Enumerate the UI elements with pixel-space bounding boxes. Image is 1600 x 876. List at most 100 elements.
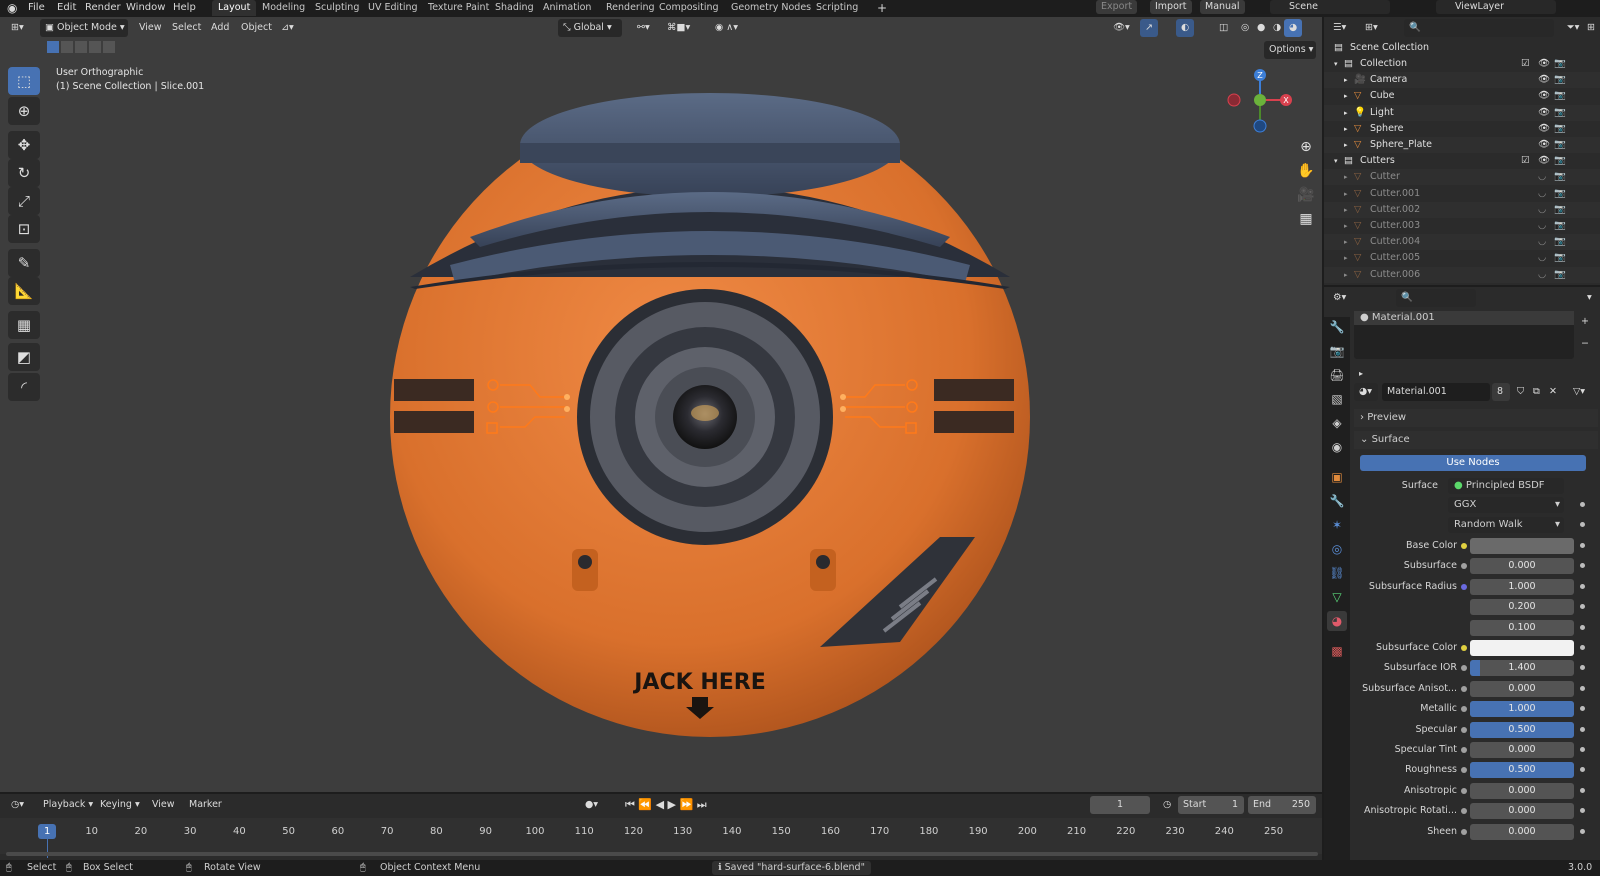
camera-view-icon[interactable]: 🎥: [1294, 183, 1318, 207]
workspace-tab-scripting[interactable]: Scripting: [810, 0, 864, 16]
render-toggle-icon[interactable]: 📷: [1554, 105, 1566, 121]
duplicate-material-icon[interactable]: ⧉: [1528, 383, 1545, 401]
visibility-icon[interactable]: 👁▾: [1108, 19, 1135, 37]
gizmo-neg-z-axis[interactable]: [1253, 119, 1267, 133]
workspace-tab-rendering[interactable]: Rendering: [600, 0, 661, 16]
scale-tool-icon[interactable]: ⤢: [8, 187, 40, 215]
view-layer-tab-icon[interactable]: ▧: [1327, 389, 1347, 409]
transform-tool-icon[interactable]: ⊡: [8, 215, 40, 243]
menu-file[interactable]: File: [25, 1, 48, 15]
render-toggle-icon[interactable]: 📷: [1554, 169, 1566, 185]
render-toggle-icon[interactable]: 📷: [1554, 88, 1566, 104]
menu-select[interactable]: Select: [167, 19, 206, 37]
timeline-editor-type-icon[interactable]: ◷▾: [6, 796, 29, 814]
import-button[interactable]: Import: [1150, 0, 1192, 14]
editor-type-icon[interactable]: ⊞▾: [6, 19, 29, 37]
property-field[interactable]: 0.500: [1470, 721, 1574, 738]
render-toggle-icon[interactable]: 📷: [1554, 153, 1566, 169]
ortho-grid-icon[interactable]: ▦: [1294, 207, 1318, 231]
expand-arrow-icon[interactable]: ▸: [1344, 202, 1348, 218]
keyframe-dot[interactable]: [1580, 645, 1585, 650]
outliner-row-collection[interactable]: ▾ ▤ Collection ☑ 👁 📷: [1324, 56, 1600, 72]
timeline-editor[interactable]: ◷▾ Playback ▾ Keying ▾ View Marker ●▾ ⏮ …: [0, 794, 1322, 860]
particles-tab-icon[interactable]: ✶: [1327, 515, 1347, 535]
material-tab-icon[interactable]: ◕: [1327, 611, 1347, 631]
expand-arrow-icon[interactable]: ▾: [1334, 153, 1338, 169]
zoom-icon[interactable]: ⊕: [1294, 135, 1318, 159]
workspace-tab-layout[interactable]: Layout: [212, 0, 257, 16]
socket-dot[interactable]: [1461, 747, 1467, 753]
properties-search-input[interactable]: 🔍: [1396, 289, 1476, 307]
workspace-tab-shading[interactable]: Shading: [489, 0, 540, 16]
pivot-icon[interactable]: ⚯▾: [632, 19, 655, 37]
visibility-eye-icon[interactable]: ◡: [1538, 186, 1546, 202]
select-box-tool-icon[interactable]: ⬚: [8, 67, 40, 95]
render-toggle-icon[interactable]: 📷: [1554, 186, 1566, 202]
workspace-tab-modeling[interactable]: Modeling: [256, 0, 311, 16]
expand-arrow-icon[interactable]: ▸: [1344, 88, 1348, 104]
menu-view[interactable]: View: [134, 19, 167, 37]
bevel-tool-icon[interactable]: ◜: [8, 373, 40, 401]
timeline-ruler[interactable]: 1 10 20 30 40 50 60 70 80 90 100 110 120 130 140 150 160…: [0, 818, 1322, 858]
socket-dot[interactable]: [1461, 665, 1467, 672]
new-collection-icon[interactable]: ⊞: [1582, 19, 1600, 37]
texture-tab-icon[interactable]: ▩: [1327, 641, 1347, 661]
socket-dot[interactable]: [1461, 726, 1467, 733]
render-toggle-icon[interactable]: 📷: [1554, 234, 1566, 250]
collection-checkbox-icon[interactable]: ☑: [1521, 153, 1530, 169]
visibility-eye-icon[interactable]: ◡: [1538, 218, 1546, 234]
select-mode-buttons[interactable]: [42, 41, 116, 59]
modifier-tab-icon[interactable]: 🔧: [1327, 491, 1347, 511]
outliner-row-cutter-002[interactable]: ▸ ▽ Cutter.002 ◡ 📷: [1324, 201, 1600, 218]
material-browse-icon[interactable]: ◕▾: [1354, 383, 1378, 401]
menu-edit[interactable]: Edit: [54, 1, 79, 15]
visibility-eye-icon[interactable]: ◡: [1538, 234, 1546, 250]
blender-logo-icon[interactable]: ◉: [4, 1, 20, 15]
outliner-editor-type-icon[interactable]: ☰▾: [1328, 19, 1351, 37]
workspace-tab-geometry-nodes[interactable]: Geometry Nodes: [725, 0, 817, 16]
gizmos-toggle-icon[interactable]: ↗: [1140, 19, 1158, 37]
fake-user-icon[interactable]: ⛉: [1512, 383, 1529, 401]
physics-tab-icon[interactable]: ◎: [1327, 539, 1347, 559]
outliner-row-cutter-005[interactable]: ▸ ▽ Cutter.005 ◡ 📷: [1324, 250, 1600, 266]
property-field[interactable]: 0.500: [1470, 762, 1574, 779]
outliner-row-sphere-plate[interactable]: ▸ ▽ Sphere_Plate 👁 📷: [1324, 137, 1600, 153]
render-tab-icon[interactable]: 📷: [1327, 341, 1347, 361]
socket-dot[interactable]: [1461, 767, 1467, 774]
render-toggle-icon[interactable]: 📷: [1554, 250, 1566, 266]
start-frame-field[interactable]: Start 1: [1178, 796, 1244, 814]
outliner-row-cutter-006[interactable]: ▸ ▽ Cutter.006 ◡ 📷: [1324, 266, 1600, 283]
export-button[interactable]: Export: [1096, 0, 1138, 14]
socket-dot[interactable]: [1461, 787, 1467, 794]
3d-viewport[interactable]: ⊞▾ ▣ Object Mode ▾ View Select Add Objec…: [0, 17, 1322, 792]
keyframe-dot[interactable]: [1580, 624, 1585, 630]
render-toggle-icon[interactable]: 📷: [1554, 218, 1566, 234]
annotate-tool-icon[interactable]: ✎: [8, 249, 40, 277]
use-nodes-button[interactable]: Use Nodes: [1360, 455, 1586, 471]
distribution-dropdown[interactable]: GGX ▾: [1448, 497, 1564, 513]
world-tab-icon[interactable]: ◉: [1327, 437, 1347, 457]
outliner-search-input[interactable]: 🔍: [1404, 19, 1554, 37]
visibility-eye-icon[interactable]: 👁: [1538, 137, 1550, 153]
keyframe-dot[interactable]: [1580, 808, 1585, 814]
sphere-robot-model[interactable]: JACK HERE: [380, 87, 1040, 757]
outliner-row-cutters[interactable]: ▾ ▤ Cutters ☑ 👁 📷: [1324, 153, 1600, 169]
properties-editor-type-icon[interactable]: ⚙▾: [1328, 289, 1351, 307]
socket-dot[interactable]: [1461, 828, 1467, 835]
collection-checkbox-icon[interactable]: ☑: [1521, 56, 1530, 72]
slot-remove-icon[interactable]: −: [1576, 335, 1594, 353]
outliner-row-cube[interactable]: ▸ ▽ Cube 👁 📷: [1324, 88, 1600, 104]
proportional-edit-icon[interactable]: ◉ ∧▾: [710, 19, 743, 37]
expand-arrow-icon[interactable]: ▾: [1334, 56, 1338, 72]
outliner-row-cutter-001[interactable]: ▸ ▽ Cutter.001 ◡ 📷: [1324, 186, 1600, 202]
visibility-eye-icon[interactable]: 👁: [1538, 105, 1550, 121]
property-field[interactable]: 0.200: [1470, 599, 1574, 616]
property-field[interactable]: 0.000: [1470, 823, 1574, 840]
visibility-eye-icon[interactable]: ◡: [1538, 202, 1546, 218]
render-toggle-icon[interactable]: 📷: [1554, 267, 1566, 283]
keyframe-dot[interactable]: [1580, 726, 1585, 732]
visibility-eye-icon[interactable]: 👁: [1538, 56, 1550, 72]
visibility-eye-icon[interactable]: ◡: [1538, 267, 1546, 283]
socket-dot[interactable]: [1461, 645, 1467, 651]
marker-menu[interactable]: Marker: [184, 796, 227, 814]
